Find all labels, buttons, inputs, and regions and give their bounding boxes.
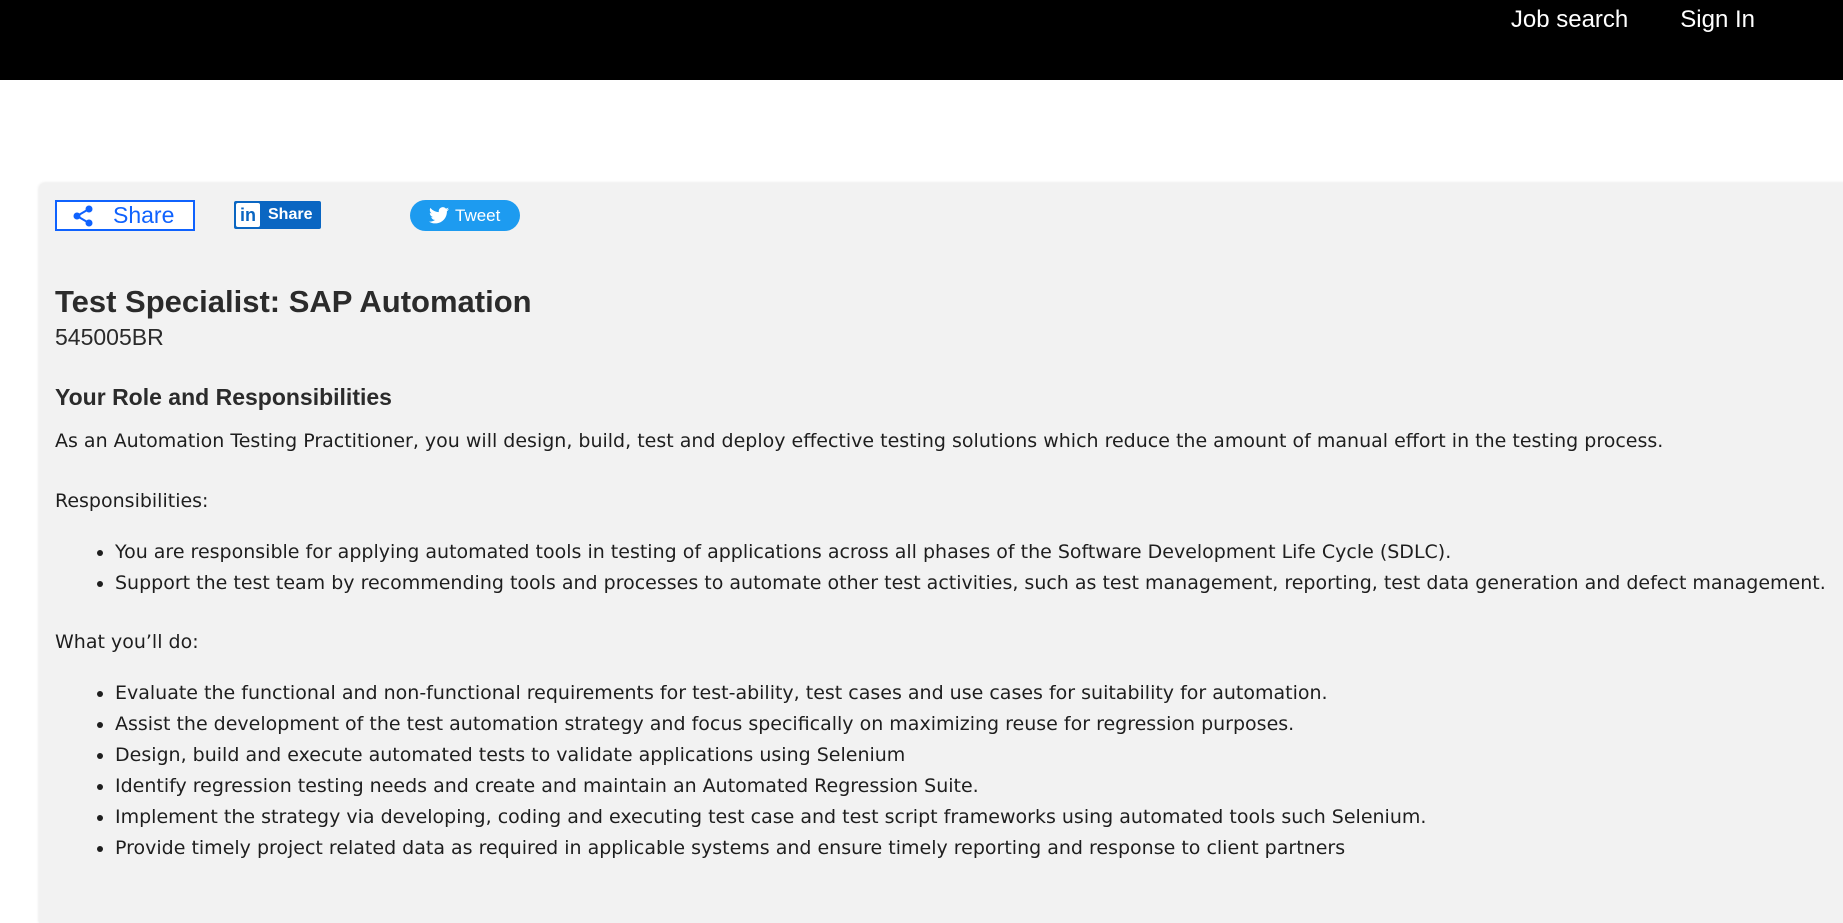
- tweet-button[interactable]: Tweet: [410, 200, 520, 231]
- job-title: Test Specialist: SAP Automation: [55, 284, 532, 319]
- list-item: You are responsible for applying automat…: [115, 537, 1826, 568]
- job-id: 545005BR: [55, 324, 164, 350]
- linkedin-share-button[interactable]: in Share: [234, 201, 321, 229]
- list-item: Identify regression testing needs and cr…: [115, 771, 1426, 802]
- sign-in-link[interactable]: Sign In: [1680, 6, 1755, 34]
- what-you-do-label: What you’ll do:: [55, 631, 199, 653]
- linkedin-icon: in: [236, 203, 260, 227]
- list-item: Provide timely project related data as r…: [115, 833, 1426, 864]
- list-item: Evaluate the functional and non-function…: [115, 678, 1426, 709]
- list-item: Support the test team by recommending to…: [115, 568, 1826, 599]
- tweet-button-label: Tweet: [455, 205, 501, 225]
- responsibilities-label: Responsibilities:: [55, 490, 209, 512]
- list-item: Implement the strategy via developing, c…: [115, 802, 1426, 833]
- what-you-do-list: Evaluate the functional and non-function…: [55, 678, 1426, 864]
- section-heading-role: Your Role and Responsibilities: [55, 384, 392, 410]
- list-item: Design, build and execute automated test…: [115, 740, 1426, 771]
- job-detail-panel: Share in Share Tweet Test Specialist: SA…: [39, 183, 1843, 923]
- twitter-bird-icon: [429, 207, 449, 224]
- top-nav: Job search Sign In: [1511, 6, 1755, 34]
- share-button[interactable]: Share: [55, 200, 195, 231]
- top-nav-bar: Job search Sign In: [0, 0, 1843, 80]
- role-intro-text: As an Automation Testing Practitioner, y…: [55, 430, 1664, 452]
- share-button-label: Share: [113, 202, 175, 228]
- list-item: Assist the development of the test autom…: [115, 709, 1426, 740]
- job-search-link[interactable]: Job search: [1511, 6, 1628, 34]
- linkedin-share-label: Share: [268, 206, 313, 223]
- share-icon: [73, 205, 93, 226]
- responsibilities-list: You are responsible for applying automat…: [55, 537, 1826, 599]
